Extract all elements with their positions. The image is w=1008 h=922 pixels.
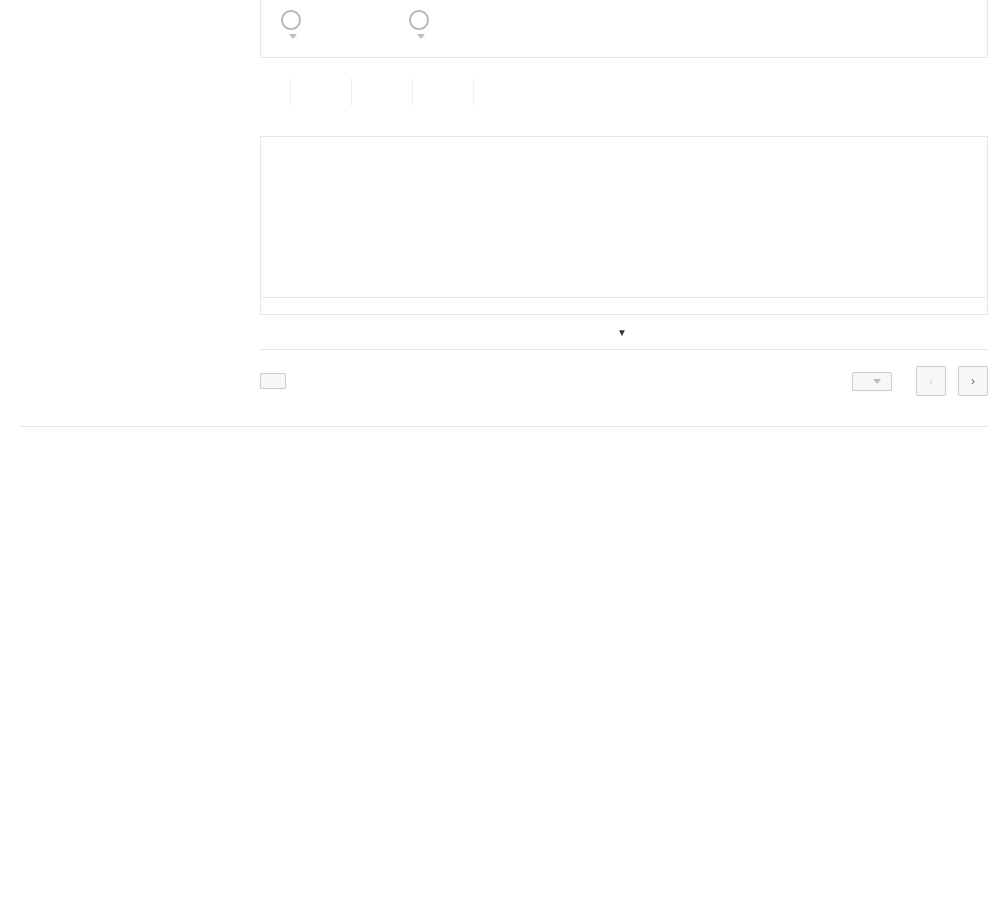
dropdown-icon: [873, 379, 881, 384]
filter-bar: [260, 0, 988, 58]
metric-total-clicks[interactable]: [260, 78, 291, 106]
download-button[interactable]: [260, 373, 286, 389]
copyright-footer: [20, 426, 988, 447]
col-impressions[interactable]: [701, 315, 795, 350]
filter-dates[interactable]: [409, 10, 437, 39]
metric-avg-position[interactable]: [443, 78, 474, 106]
next-page-button[interactable]: ›: [958, 366, 988, 396]
dropdown-icon: [289, 34, 297, 39]
metric-avg-ctr[interactable]: [382, 78, 413, 106]
metric-total-impressions[interactable]: [321, 78, 352, 106]
rows-select[interactable]: [852, 372, 892, 391]
chart-x-axis: [261, 297, 987, 314]
line-chart[interactable]: [261, 147, 987, 297]
col-clicks[interactable]: [607, 315, 701, 350]
main-content: ‹ ›: [220, 0, 1008, 426]
metrics-row: [260, 78, 988, 106]
col-queries[interactable]: [310, 315, 607, 350]
sidebar: [0, 0, 220, 426]
table-footer: ‹ ›: [260, 366, 988, 396]
col-position[interactable]: [871, 315, 942, 350]
radio-icon: [281, 10, 301, 30]
col-ctr[interactable]: [795, 315, 871, 350]
pager: ‹ ›: [840, 366, 988, 396]
filter-search-type[interactable]: [281, 10, 309, 39]
chart-container: [260, 136, 988, 315]
dropdown-icon: [417, 34, 425, 39]
radio-icon: [409, 10, 429, 30]
prev-page-button[interactable]: ‹: [916, 366, 946, 396]
queries-table: [260, 315, 988, 350]
